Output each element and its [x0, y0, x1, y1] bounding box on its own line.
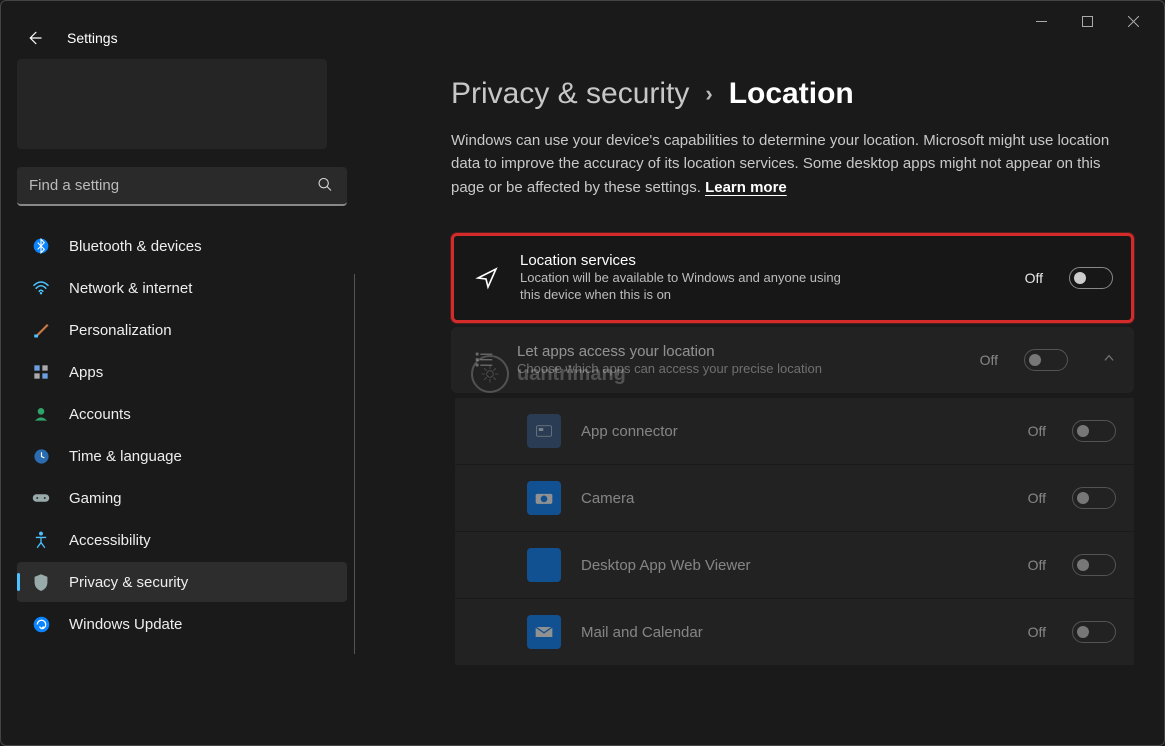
card-subtitle: Location will be available to Windows an…	[520, 269, 850, 304]
apps-access-toggle[interactable]	[1024, 349, 1068, 371]
apps-access-location-card: Let apps access your location Choose whi…	[451, 327, 1134, 394]
sidebar-item-time-language[interactable]: Time & language	[17, 436, 347, 476]
sidebar-item-label: Bluetooth & devices	[69, 238, 202, 255]
sidebar-item-bluetooth[interactable]: Bluetooth & devices	[17, 226, 347, 266]
web-viewer-icon	[527, 548, 561, 582]
apps-icon	[31, 362, 51, 382]
sidebar-item-apps[interactable]: Apps	[17, 352, 347, 392]
app-list: App connector Off Camera Off Desktop App…	[455, 397, 1134, 665]
window-maximize-button[interactable]	[1064, 5, 1110, 37]
sidebar-item-label: Personalization	[69, 322, 172, 339]
clock-globe-icon	[31, 446, 51, 466]
sidebar-item-gaming[interactable]: Gaming	[17, 478, 347, 518]
app-toggle[interactable]	[1072, 554, 1116, 576]
window-minimize-button[interactable]	[1018, 5, 1064, 37]
back-button[interactable]	[25, 29, 43, 47]
nav: Bluetooth & devices Network & internet P…	[17, 226, 353, 644]
search-wrap	[17, 167, 347, 206]
toggle-state: Off	[1025, 270, 1043, 286]
location-services-toggle[interactable]	[1069, 267, 1113, 289]
update-icon	[31, 614, 51, 634]
sidebar-item-label: Accounts	[69, 406, 131, 423]
search-icon	[317, 176, 333, 197]
app-name: App connector	[581, 423, 1008, 440]
sidebar-item-label: Gaming	[69, 490, 122, 507]
sidebar-item-label: Accessibility	[69, 532, 151, 549]
camera-icon	[527, 481, 561, 515]
sidebar-item-accessibility[interactable]: Accessibility	[17, 520, 347, 560]
bluetooth-icon	[31, 236, 51, 256]
app-title: Settings	[67, 30, 118, 46]
list-icon	[471, 349, 497, 371]
breadcrumb-parent[interactable]: Privacy & security	[451, 77, 689, 111]
toggle-state: Off	[1028, 423, 1046, 439]
sidebar-item-label: Network & internet	[69, 280, 192, 297]
chevron-up-icon[interactable]	[1102, 351, 1116, 370]
app-name: Desktop App Web Viewer	[581, 557, 1008, 574]
breadcrumb: Privacy & security › Location	[451, 77, 1134, 111]
sidebar-item-windows-update[interactable]: Windows Update	[17, 604, 347, 644]
sidebar-item-label: Apps	[69, 364, 103, 381]
sidebar-item-label: Time & language	[69, 448, 182, 465]
window-close-button[interactable]	[1110, 5, 1156, 37]
learn-more-link[interactable]: Learn more	[705, 179, 787, 196]
mail-icon	[527, 615, 561, 649]
main-content: Privacy & security › Location Windows ca…	[361, 47, 1164, 731]
wifi-icon	[31, 278, 51, 298]
app-name: Mail and Calendar	[581, 624, 1008, 641]
app-connector-icon	[527, 414, 561, 448]
app-row-camera: Camera Off	[455, 464, 1134, 531]
app-toggle[interactable]	[1072, 621, 1116, 643]
card-title: Location services	[520, 252, 1005, 269]
brush-icon	[31, 320, 51, 340]
nav-divider	[354, 274, 355, 654]
sidebar-item-accounts[interactable]: Accounts	[17, 394, 347, 434]
sidebar: Bluetooth & devices Network & internet P…	[1, 47, 361, 731]
app-name: Camera	[581, 490, 1008, 507]
sidebar-item-label: Privacy & security	[69, 574, 188, 591]
toggle-state: Off	[980, 352, 998, 368]
page-description: Windows can use your device's capabiliti…	[451, 129, 1111, 199]
card-subtitle: Choose which apps can access your precis…	[517, 360, 847, 378]
person-icon	[31, 404, 51, 424]
location-arrow-icon	[474, 266, 500, 290]
card-title: Let apps access your location	[517, 343, 960, 360]
sidebar-item-privacy-security[interactable]: Privacy & security	[17, 562, 347, 602]
toggle-state: Off	[1028, 490, 1046, 506]
chevron-right-icon: ›	[705, 81, 712, 107]
gamepad-icon	[31, 488, 51, 508]
sidebar-item-network[interactable]: Network & internet	[17, 268, 347, 308]
app-row-app-connector: App connector Off	[455, 397, 1134, 464]
page-title: Location	[729, 77, 854, 111]
search-input[interactable]	[17, 167, 347, 206]
app-row-desktop-web-viewer: Desktop App Web Viewer Off	[455, 531, 1134, 598]
app-toggle[interactable]	[1072, 487, 1116, 509]
toggle-state: Off	[1028, 557, 1046, 573]
header: Settings	[1, 29, 1164, 47]
location-services-card: Location services Location will be avail…	[451, 233, 1134, 323]
profile-block[interactable]	[17, 59, 327, 149]
sidebar-item-label: Windows Update	[69, 616, 182, 633]
sidebar-item-personalization[interactable]: Personalization	[17, 310, 347, 350]
app-toggle[interactable]	[1072, 420, 1116, 442]
app-row-mail-calendar: Mail and Calendar Off	[455, 598, 1134, 665]
accessibility-icon	[31, 530, 51, 550]
shield-icon	[31, 572, 51, 592]
toggle-state: Off	[1028, 624, 1046, 640]
